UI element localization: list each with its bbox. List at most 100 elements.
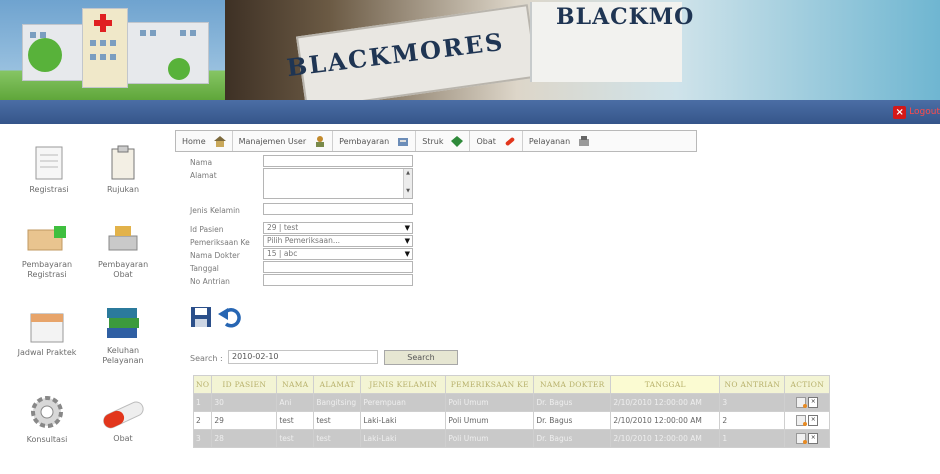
tanggal-label: Tanggal <box>190 264 219 273</box>
header-banner: BLACKMORES BLACKMO <box>0 0 940 100</box>
column-header[interactable]: PEMERIKSAAN KE <box>445 375 535 394</box>
cell-id-pasien: 30 <box>211 393 278 412</box>
undo-icon[interactable] <box>218 306 242 328</box>
cell-nama: test <box>276 411 315 430</box>
nav-label: Struk <box>422 136 444 146</box>
delete-icon[interactable]: × <box>808 397 819 408</box>
column-header[interactable]: ACTION <box>784 375 831 394</box>
column-header[interactable]: NO ANTRIAN <box>719 375 786 394</box>
payment-card-icon <box>108 226 138 251</box>
nav-struk[interactable]: Struk <box>416 131 471 151</box>
nav-label: Manajemen User <box>238 136 307 146</box>
nama-field[interactable] <box>263 155 413 167</box>
sidebar-item-label: Pembayaran Obat <box>98 260 149 279</box>
pemeriksaan-label: Pemeriksaan Ke <box>190 238 250 247</box>
column-header[interactable]: NAMA DOKTER <box>533 375 612 394</box>
cell-pemeriksaan: Poli Umum <box>445 429 535 448</box>
sidebar-item-label: Jadwal Praktek <box>17 348 77 357</box>
column-header[interactable]: JENIS KELAMIN <box>360 375 447 394</box>
edit-icon[interactable] <box>796 415 808 426</box>
no-antrian-field[interactable] <box>263 274 413 286</box>
cell-no: 1 <box>192 393 213 412</box>
cell-tanggal: 2/10/2010 12:00:00 AM <box>610 429 721 448</box>
edit-icon[interactable] <box>796 433 808 444</box>
nav-pelayanan[interactable]: Pelayanan <box>523 131 596 151</box>
bottle-brand-text: BLACKMO <box>556 4 695 30</box>
cell-jenis-kelamin: Laki-Laki <box>360 429 447 448</box>
column-header[interactable]: ID PASIEN <box>211 375 278 394</box>
header-bar <box>0 100 940 124</box>
pemeriksaan-select[interactable]: Pilih Pemeriksaan... <box>263 235 413 247</box>
sidebar-item-label: Rujukan <box>106 185 140 194</box>
logout-link[interactable]: × Logout <box>893 104 940 120</box>
save-icon[interactable] <box>190 306 212 328</box>
alamat-field[interactable]: ▲ ▼ <box>263 168 413 199</box>
cell-jenis-kelamin: Perempuan <box>360 393 447 412</box>
top-navigation: Home Manajemen User Pembayaran Struk Oba… <box>175 130 697 152</box>
red-cross-icon <box>94 14 112 32</box>
nav-pembayaran[interactable]: Pembayaran <box>333 131 417 151</box>
users-icon <box>316 135 325 147</box>
cell-tanggal: 2/10/2010 12:00:00 AM <box>610 411 721 430</box>
sidebar-item-pembayaran-registrasi[interactable]: Pembayaran Registrasi <box>10 222 84 280</box>
service-icon <box>579 135 590 146</box>
hospital-illustration <box>0 0 225 100</box>
sidebar-item-label: Keluhan Pelayanan <box>102 346 144 365</box>
column-header[interactable]: ALAMAT <box>313 375 362 394</box>
tanggal-field[interactable] <box>263 261 413 273</box>
cell-action: × <box>784 429 831 448</box>
search-label: Search : <box>190 354 223 363</box>
delete-icon[interactable]: × <box>808 415 819 426</box>
column-header[interactable]: NAMA <box>276 375 315 394</box>
sidebar-item-obat[interactable]: Obat <box>86 398 160 444</box>
cell-pemeriksaan: Poli Umum <box>445 411 535 430</box>
table-row: 1 30 Ani Bangitsing Perempuan Poli Umum … <box>192 393 831 412</box>
jenis-kelamin-field[interactable] <box>263 203 413 215</box>
cell-action: × <box>784 393 831 412</box>
column-header[interactable]: TANGGAL <box>610 375 721 394</box>
cell-pemeriksaan: Poli Umum <box>445 393 535 412</box>
delete-icon[interactable]: × <box>808 433 819 444</box>
nav-home[interactable]: Home <box>176 131 233 151</box>
nav-label: Pelayanan <box>528 136 571 146</box>
gear-icon <box>31 396 63 428</box>
nama-label: Nama <box>190 158 213 167</box>
clipboard-icon <box>111 145 135 180</box>
sidebar-item-jadwal-praktek[interactable]: Jadwal Praktek <box>10 310 84 358</box>
sidebar-item-registrasi[interactable]: Registrasi <box>12 145 86 195</box>
nav-label: Home <box>182 136 206 146</box>
column-header[interactable]: NO <box>192 375 213 394</box>
nama-dokter-select[interactable]: 15 | abc <box>263 248 413 260</box>
sidebar-item-pembayaran-obat[interactable]: Pembayaran Obat <box>86 222 160 280</box>
sidebar-item-konsultasi[interactable]: Konsultasi <box>10 393 84 445</box>
cell-no-antrian: 3 <box>719 393 786 412</box>
search-input[interactable]: 2010-02-10 <box>228 350 378 364</box>
cell-action: × <box>784 411 831 430</box>
edit-icon[interactable] <box>796 397 808 408</box>
cell-id-pasien: 29 <box>211 411 278 430</box>
search-button[interactable]: Search <box>384 350 458 365</box>
sidebar-item-keluhan-pelayanan[interactable]: Keluhan Pelayanan <box>86 302 160 366</box>
calendar-icon <box>30 313 64 343</box>
receipt-icon <box>451 135 464 147</box>
cell-no-antrian: 1 <box>719 429 786 448</box>
alamat-scrollbar[interactable]: ▲ ▼ <box>403 169 412 198</box>
table-header-row: NO ID PASIEN NAMA ALAMAT JENIS KELAMIN P… <box>192 375 831 394</box>
cell-nama-dokter: Dr. Bagus <box>533 429 612 448</box>
sidebar-item-label: Pembayaran Registrasi <box>21 260 73 279</box>
id-pasien-label: Id Pasien <box>190 225 224 234</box>
cell-no: 3 <box>192 429 213 448</box>
id-pasien-select[interactable]: 29 | test <box>263 222 413 234</box>
logout-label: Logout <box>909 107 940 117</box>
sidebar-item-rujukan[interactable]: Rujukan <box>86 145 160 195</box>
nama-dokter-label: Nama Dokter <box>190 251 240 260</box>
nav-manajemen-user[interactable]: Manajemen User <box>233 131 334 151</box>
cell-id-pasien: 28 <box>211 429 278 448</box>
notepad-icon <box>35 146 63 180</box>
cell-alamat: Bangitsing <box>313 393 362 412</box>
books-icon <box>107 308 139 338</box>
nav-obat[interactable]: Obat <box>470 131 523 151</box>
nav-label: Obat <box>476 136 496 146</box>
cell-alamat: test <box>313 429 362 448</box>
tree-icon <box>168 58 190 80</box>
